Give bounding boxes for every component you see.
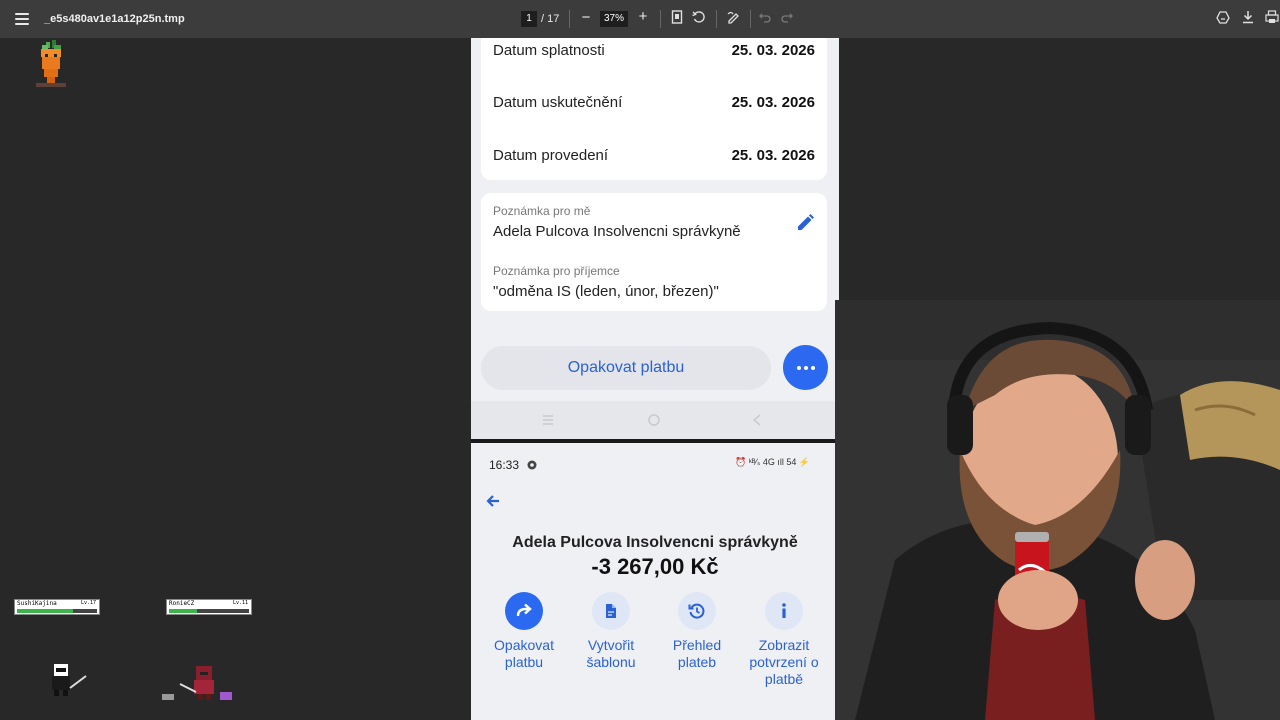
action-repeat-payment[interactable]: Opakovat platbu [484, 592, 564, 671]
file-name: _e5s480av1e1a12p25n.tmp [44, 13, 185, 25]
edit-pencil-icon[interactable] [795, 213, 815, 233]
zoom-in-button[interactable]: + [637, 8, 649, 25]
action-label: Opakovat [494, 637, 554, 653]
more-options-button[interactable] [783, 345, 828, 390]
android-nav-bar [471, 401, 839, 439]
zoom-level-input[interactable]: 37% [600, 11, 628, 27]
notes-card: Poznámka pro mě Adela Pulcova Insolvencn… [481, 193, 827, 311]
action-create-template[interactable]: Vytvořit šablonu [571, 592, 651, 671]
screen: _e5s480av1e1a12p25n.tmp 1 / 17 − 37% + S… [0, 0, 1280, 720]
pdf-page: Datum splatnosti 25. 03. 2026 Datum usku… [471, 38, 839, 720]
status-app-icon [527, 460, 537, 470]
action-show-confirmation[interactable]: Zobrazit potvrzení o platbě [744, 592, 824, 688]
player-level: Lv.11 [232, 600, 248, 606]
repeat-icon [505, 592, 543, 630]
hp-bar-fill [169, 609, 197, 613]
action-label: potvrzení o [749, 654, 819, 670]
toolbar-divider [660, 10, 661, 28]
hp-bar-fill [17, 609, 73, 613]
date-label: Datum provedení [493, 147, 609, 164]
back-arrow-icon[interactable] [485, 493, 501, 509]
template-icon [592, 592, 630, 630]
back-nav-icon[interactable] [751, 413, 763, 427]
recent-apps-icon[interactable] [541, 414, 555, 426]
repeat-payment-button[interactable]: Opakovat platbu [481, 346, 771, 390]
player-level: Lv.17 [80, 600, 96, 606]
toolbar-divider [750, 10, 751, 28]
date-value: 25. 03. 2026 [731, 42, 815, 59]
history-icon [678, 592, 716, 630]
dates-card: Datum splatnosti 25. 03. 2026 Datum usku… [481, 38, 827, 180]
carrot-mascot-icon [36, 40, 66, 87]
player-hp-card: SushiKajina Lv.17 [14, 599, 100, 615]
date-value: 25. 03. 2026 [731, 147, 815, 164]
date-label: Datum uskutečnění [493, 94, 623, 111]
payment-amount: -3 267,00 Kč [591, 554, 719, 579]
date-label: Datum splatnosti [493, 42, 605, 59]
date-value: 25. 03. 2026 [731, 94, 815, 111]
action-label: platbu [504, 654, 544, 670]
action-payment-history[interactable]: Přehled plateb [657, 592, 737, 671]
hp-bar [169, 609, 249, 613]
pdf-toolbar: _e5s480av1e1a12p25n.tmp 1 / 17 − 37% + [0, 0, 1280, 38]
action-label: Vytvořit [587, 637, 635, 653]
fit-page-icon[interactable] [669, 10, 685, 28]
download-icon[interactable] [1240, 10, 1256, 28]
action-label: Přehled [672, 637, 722, 653]
note-for-me-label: Poznámka pro mě [493, 204, 591, 218]
action-label: šablonu [586, 654, 636, 670]
note-for-recipient-text: "odměna IS (leden, únor, březen)" [493, 283, 719, 300]
note-for-recipient-label: Poznámka pro příjemce [493, 264, 620, 278]
home-icon[interactable] [647, 413, 661, 427]
redo-icon[interactable] [779, 10, 795, 28]
hp-bar [17, 609, 97, 613]
player-name: SushiKajina [17, 600, 57, 607]
print-icon[interactable] [1264, 10, 1280, 28]
annotate-icon[interactable] [726, 10, 742, 28]
screenshot-divider [471, 439, 839, 443]
action-label: Zobrazit [758, 637, 810, 653]
status-icons: ⏰ ᵏᴮ⁄ₛ 4G ıll 54 ⚡ [735, 457, 811, 467]
page-number-input[interactable]: 1 [521, 11, 537, 27]
player-name: RonieCZ [169, 600, 195, 607]
action-label: platbě [764, 671, 804, 687]
zoom-out-button[interactable]: − [580, 9, 592, 26]
undo-icon[interactable] [757, 10, 773, 28]
rotate-icon[interactable] [691, 10, 707, 28]
info-icon [765, 592, 803, 630]
warrior-character-icon [162, 666, 232, 700]
ninja-character-icon [52, 664, 87, 696]
note-for-me-text: Adela Pulcova Insolvencni správkyně [493, 223, 741, 240]
toolbar-divider [716, 10, 717, 28]
page-total: / 17 [541, 13, 560, 25]
webcam-feed [835, 300, 1280, 720]
drive-icon[interactable] [1215, 10, 1231, 28]
action-label: plateb [677, 654, 717, 670]
player-hp-card: RonieCZ Lv.11 [166, 599, 252, 615]
menu-icon[interactable] [14, 11, 30, 27]
toolbar-divider [569, 10, 570, 28]
status-time: 16:33 [489, 458, 520, 472]
recipient-name: Adela Pulcova Insolvencni správkyně [512, 534, 798, 551]
